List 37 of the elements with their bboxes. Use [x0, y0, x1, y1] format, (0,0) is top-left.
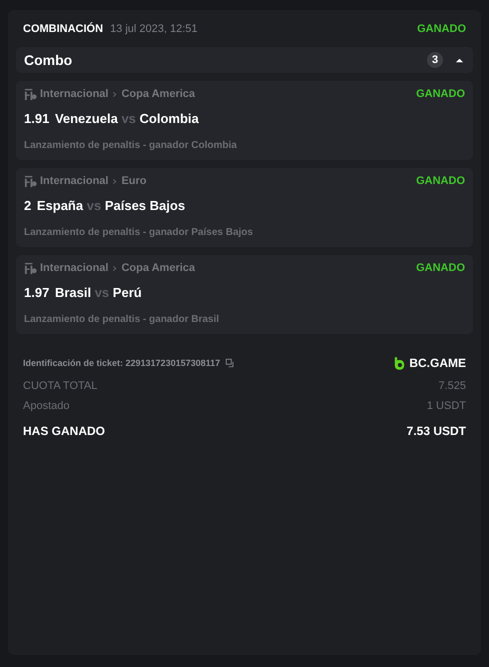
league-name: Euro: [121, 175, 147, 187]
chevron-icon: [112, 264, 118, 272]
league-logo-icon: [24, 88, 37, 100]
summary-value: 1 USDT: [426, 400, 466, 414]
league-logo-icon: [24, 262, 37, 274]
summary-label: CUOTA TOTAL: [23, 380, 98, 394]
combo-header[interactable]: Combo 3: [16, 47, 473, 73]
match-line: 2 España vs Países Bajos: [24, 197, 186, 215]
count-badge: 3: [427, 52, 443, 68]
league-category: Internacional: [40, 262, 108, 274]
league-name: Copa America: [121, 262, 196, 274]
chevron-icon: [112, 178, 118, 184]
status-label: GANADO: [416, 262, 465, 274]
league-category: Internacional: [40, 175, 108, 187]
summary-value: 7.525: [438, 380, 466, 394]
market-label: Lanzamiento de penaltis - ganador Países Bajos: [24, 226, 254, 240]
chevron-icon: [112, 90, 118, 98]
bet-date: 13 jul 2023, 12:51: [110, 23, 198, 35]
market-label: Lanzamiento de penaltis - ganador Brasil: [24, 313, 220, 327]
status-label: GANADO: [416, 175, 465, 187]
summary-label: Apostado: [23, 400, 70, 414]
combo-title: Combo: [24, 52, 72, 68]
match-line: 1.97 Brasil vs Perú: [24, 284, 143, 302]
market-label: Lanzamiento de penaltis - ganador Colombia: [24, 139, 238, 153]
match-line: 1.91 Venezuela vs Colombia: [24, 110, 200, 128]
league-category: Internacional: [40, 88, 108, 100]
status-label: GANADO: [416, 88, 465, 100]
ticket-id: Identificación de ticket: 2291317230157308117: [23, 358, 220, 368]
brand-logo-icon: [394, 356, 406, 370]
brand-name: BC.GAME: [409, 356, 466, 370]
summary-value: 7.53 USDT: [406, 424, 466, 438]
copy-icon[interactable]: [225, 358, 236, 368]
summary-label: HAS GANADO: [23, 424, 106, 438]
league-logo-icon: [24, 174, 37, 188]
status-label: GANADO: [417, 23, 466, 35]
league-name: Copa America: [121, 88, 196, 100]
bet-type: COMBINACIÓN: [23, 23, 104, 35]
